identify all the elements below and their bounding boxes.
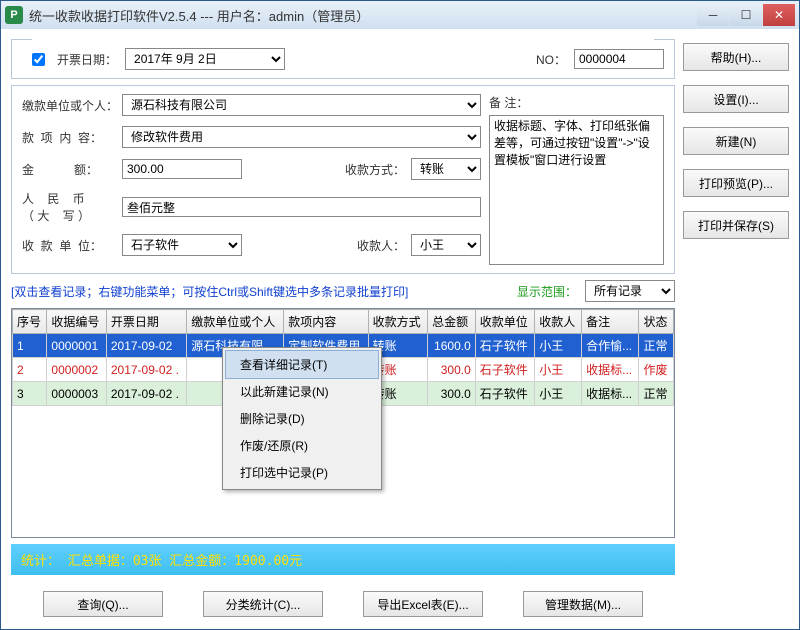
- app-icon: P: [5, 6, 23, 24]
- query-button[interactable]: 查询(Q)...: [43, 591, 163, 617]
- range-select[interactable]: 所有记录: [585, 280, 675, 302]
- payer-label: 缴款单位或个人：: [22, 97, 116, 114]
- rmb-label: 人 民 币 （ 大 写 ）: [22, 190, 116, 224]
- minimize-button[interactable]: ─: [697, 4, 729, 26]
- date-checkbox[interactable]: [32, 53, 45, 66]
- no-label: NO：: [536, 51, 566, 68]
- date-select[interactable]: 2017年 9月 2日: [125, 48, 285, 70]
- help-button[interactable]: 帮助(H)...: [683, 43, 789, 71]
- item-select[interactable]: 修改软件费用: [122, 126, 481, 148]
- range-label: 显示范围：: [517, 283, 577, 300]
- export-button[interactable]: 导出Excel表(E)...: [363, 591, 483, 617]
- window-title: 统一收款收据打印软件V2.5.4 --- 用户名：admin（管理员）: [29, 6, 369, 25]
- titlebar: P 统一收款收据打印软件V2.5.4 --- 用户名：admin（管理员） ─ …: [1, 1, 799, 29]
- remark-label: 备 注：: [489, 94, 664, 111]
- amount-label: 金 额：: [22, 161, 116, 178]
- column-header[interactable]: 总金额: [428, 310, 476, 334]
- context-menu-item[interactable]: 删除记录(D): [226, 405, 378, 432]
- classify-button[interactable]: 分类统计(C)...: [203, 591, 323, 617]
- item-label: 款 项 内 容：: [22, 129, 116, 146]
- preview-button[interactable]: 打印预览(P)...: [683, 169, 789, 197]
- rmb-field[interactable]: [122, 197, 481, 217]
- records-table[interactable]: 序号收据编号开票日期缴款单位或个人款项内容收款方式总金额收款单位收款人备注状态 …: [11, 308, 675, 538]
- manage-button[interactable]: 管理数据(M)...: [523, 591, 643, 617]
- print-save-button[interactable]: 打印并保存(S): [683, 211, 789, 239]
- payee-unit-select[interactable]: 石子软件: [122, 234, 242, 256]
- close-button[interactable]: ✕: [763, 4, 795, 26]
- column-header[interactable]: 收据编号: [47, 310, 106, 334]
- date-label: 开票日期：: [57, 51, 117, 68]
- column-header[interactable]: 收款方式: [368, 310, 427, 334]
- payee-label: 收款人：: [357, 237, 405, 254]
- stats-bar: 统计： 汇总单据：03张 汇总金额：1900.00元: [11, 544, 675, 575]
- column-header[interactable]: 收款单位: [475, 310, 534, 334]
- column-header[interactable]: 款项内容: [284, 310, 368, 334]
- context-menu-item[interactable]: 作废/还原(R): [226, 432, 378, 459]
- column-header[interactable]: 序号: [13, 310, 47, 334]
- header-frame: 开票日期： 2017年 9月 2日 NO：: [11, 39, 675, 79]
- list-hint: [双击查看记录；右键功能菜单；可按住Ctrl或Shift键选中多条记录批量打印]: [11, 283, 408, 300]
- no-field[interactable]: [574, 49, 664, 69]
- app-window: P 统一收款收据打印软件V2.5.4 --- 用户名：admin（管理员） ─ …: [0, 0, 800, 630]
- context-menu: 查看详细记录(T)以此新建记录(N)删除记录(D)作废/还原(R)打印选中记录(…: [222, 347, 382, 490]
- context-menu-item[interactable]: 以此新建记录(N): [226, 378, 378, 405]
- column-header[interactable]: 状态: [639, 310, 674, 334]
- column-header[interactable]: 开票日期: [106, 310, 186, 334]
- column-header[interactable]: 缴款单位或个人: [187, 310, 284, 334]
- paytype-select[interactable]: 转账: [411, 158, 481, 180]
- context-menu-item[interactable]: 打印选中记录(P): [226, 459, 378, 486]
- context-menu-item[interactable]: 查看详细记录(T): [225, 350, 379, 379]
- payer-select[interactable]: 源石科技有限公司: [122, 94, 481, 116]
- remark-textarea[interactable]: 收据标题、字体、打印纸张偏差等，可通过按钮"设置"->"设置模板"窗口进行设置: [489, 115, 664, 265]
- settings-button[interactable]: 设置(I)...: [683, 85, 789, 113]
- column-header[interactable]: 收款人: [535, 310, 582, 334]
- payee-unit-label: 收 款 单 位：: [22, 237, 116, 254]
- payee-select[interactable]: 小王: [411, 234, 481, 256]
- new-button[interactable]: 新建(N): [683, 127, 789, 155]
- amount-field[interactable]: [122, 159, 242, 179]
- column-header[interactable]: 备注: [582, 310, 639, 334]
- form-frame: 缴款单位或个人： 源石科技有限公司 款 项 内 容： 修改软件费用 金 额： 收…: [11, 85, 675, 274]
- maximize-button[interactable]: ☐: [730, 4, 762, 26]
- paytype-label: 收款方式：: [345, 161, 405, 178]
